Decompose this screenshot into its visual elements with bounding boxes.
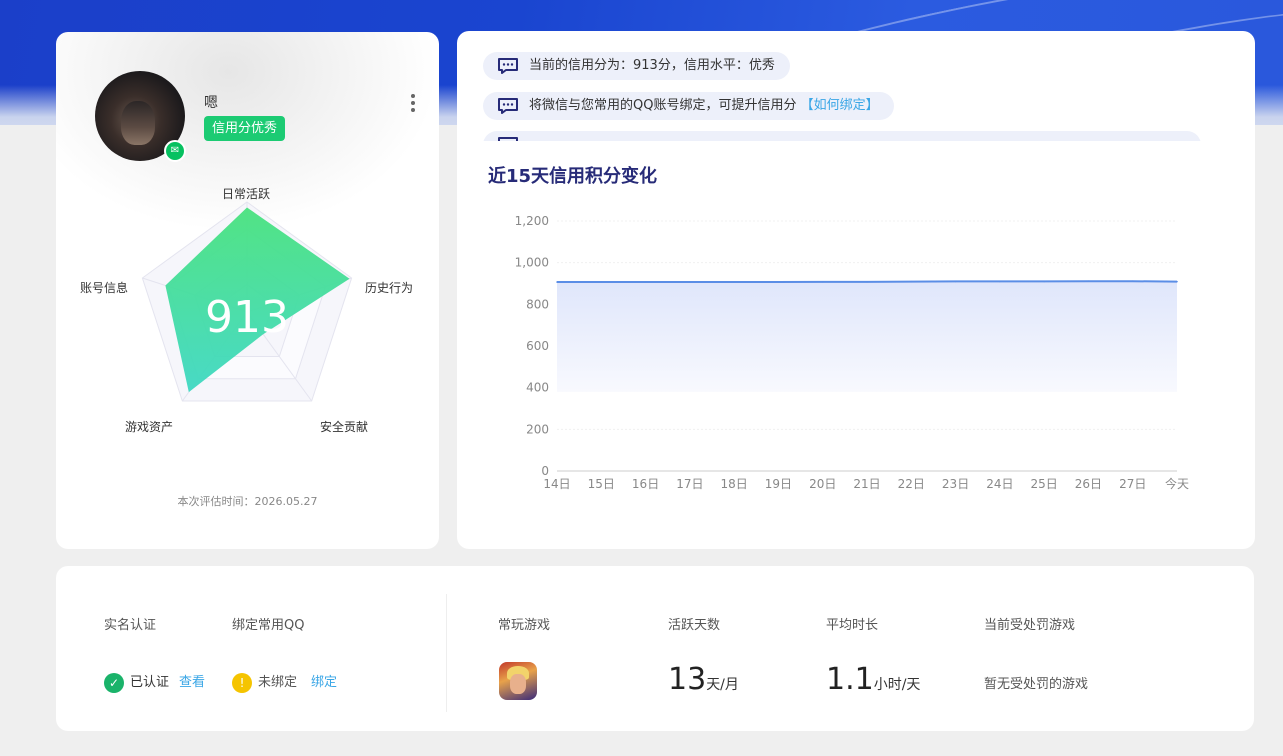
realname-status: ✓ 已认证 查看 xyxy=(104,672,205,694)
qq-status: ! 未绑定 绑定 xyxy=(232,672,337,694)
y-tick-label: 200 xyxy=(526,422,549,436)
y-tick-label: 400 xyxy=(526,381,549,395)
y-tick-label: 1,200 xyxy=(515,214,549,228)
message-icon xyxy=(498,58,518,74)
radar-label-security: 安全贡献 xyxy=(320,420,369,434)
avatar-portrait xyxy=(121,101,155,145)
credit-score-value: 913 xyxy=(205,292,289,343)
message-icon xyxy=(498,137,518,141)
data-point xyxy=(999,280,1001,283)
data-point xyxy=(910,280,913,283)
realname-status-text: 已认证 xyxy=(130,675,170,690)
x-tick-label: 23日 xyxy=(942,477,969,491)
notice-text: 当前的信用分为：913分，信用水平：优秀 xyxy=(529,58,775,73)
x-tick-label: 25日 xyxy=(1031,477,1058,491)
y-tick-label: 0 xyxy=(541,464,549,478)
radar-label-account-info: 账号信息 xyxy=(80,281,129,295)
frequent-games-label: 常玩游戏 xyxy=(498,618,551,633)
warning-circle-icon: ! xyxy=(232,672,252,693)
notice-scroll-overflow xyxy=(483,131,1201,141)
credit-detail-card: 当前的信用分为：913分，信用水平：优秀 将微信与您常用的QQ账号绑定，可提升信… xyxy=(457,31,1255,549)
notice-credit-score: 当前的信用分为：913分，信用水平：优秀 xyxy=(483,52,790,80)
data-point xyxy=(821,281,824,283)
how-to-bind-link[interactable]: 【如何绑定】 xyxy=(801,98,879,113)
radar-label-history: 历史行为 xyxy=(365,281,414,295)
check-circle-icon: ✓ xyxy=(104,672,124,693)
qq-status-text: 未绑定 xyxy=(258,675,298,690)
data-point xyxy=(556,281,558,283)
data-point xyxy=(689,281,691,283)
realname-label: 实名认证 xyxy=(104,618,157,633)
avg-time-unit: 小时/天 xyxy=(873,677,921,693)
wechat-icon: ✉ xyxy=(164,140,186,162)
game-icon-honor-of-kings[interactable] xyxy=(499,662,537,700)
punished-games-value: 暂无受处罚的游戏 xyxy=(984,677,1089,692)
radar-svg: 913 xyxy=(141,201,353,402)
notice-bind-qq: 将微信与您常用的QQ账号绑定，可提升信用分 【如何绑定】 xyxy=(483,92,894,120)
x-tick-label: 27日 xyxy=(1119,477,1146,491)
divider xyxy=(446,594,447,712)
evaluation-time: 本次评估时间：2026.05.27 xyxy=(177,495,318,508)
data-point xyxy=(954,280,957,283)
x-tick-label: 15日 xyxy=(588,477,615,491)
more-options-icon[interactable] xyxy=(406,92,420,116)
notice-text: 将微信与您常用的QQ账号绑定，可提升信用分 xyxy=(529,98,797,113)
account-summary-card: 实名认证 绑定常用QQ ✓ 已认证 查看 ! 未绑定 绑定 常玩游戏 活跃天数 平均时长… xyxy=(56,566,1254,731)
active-days-label: 活跃天数 xyxy=(668,618,721,633)
profile-card: ✉ 嗯 信用分优秀 913 日常活跃 历史行为 安全贡献 游戏资产 账号信息 本… xyxy=(56,32,439,549)
data-point xyxy=(644,281,647,283)
x-tick-label: 21日 xyxy=(853,477,880,491)
data-point xyxy=(1087,280,1090,283)
view-realname-link[interactable]: 查看 xyxy=(179,675,205,690)
active-days-number: 13 xyxy=(668,662,707,697)
x-tick-label: 19日 xyxy=(765,477,792,491)
avg-time-label: 平均时长 xyxy=(826,618,879,633)
message-icon xyxy=(498,98,518,114)
data-point xyxy=(600,281,603,283)
avg-time-value: 1.1小时/天 xyxy=(826,662,920,697)
area-fill xyxy=(557,281,1177,392)
punished-games-label: 当前受处罚游戏 xyxy=(984,618,1076,633)
x-tick-label: 17日 xyxy=(676,477,703,491)
radar-label-daily-active: 日常活跃 xyxy=(222,187,271,201)
x-tick-label: 24日 xyxy=(986,477,1013,491)
data-point xyxy=(1176,280,1178,283)
bind-qq-link[interactable]: 绑定 xyxy=(311,675,337,690)
data-point xyxy=(777,281,780,283)
credit-radar-chart: 913 日常活跃 历史行为 安全贡献 游戏资产 账号信息 xyxy=(56,182,439,472)
data-point xyxy=(866,281,868,283)
x-tick-label: 16日 xyxy=(632,477,659,491)
data-point xyxy=(1131,280,1134,283)
x-tick-label: 18日 xyxy=(721,477,748,491)
credit-level-badge: 信用分优秀 xyxy=(204,116,286,141)
bind-qq-label: 绑定常用QQ xyxy=(232,618,305,633)
y-tick-label: 800 xyxy=(526,297,549,311)
x-tick-label: 今天 xyxy=(1165,476,1189,491)
credit-trend-chart: 0 200 400 600 800 1,000 1,200 14日 15日 16日 17日 18日 19… xyxy=(515,214,1189,491)
active-days-value: 13天/月 xyxy=(668,662,739,697)
nickname: 嗯 xyxy=(204,95,218,111)
chart-title: 近15天信用积分变化 xyxy=(488,166,658,187)
x-tick-label: 20日 xyxy=(809,477,836,491)
y-tick-label: 1,000 xyxy=(515,256,549,270)
active-days-unit: 天/月 xyxy=(706,677,739,693)
avg-time-number: 1.1 xyxy=(826,662,874,697)
y-tick-label: 600 xyxy=(526,339,549,353)
radar-label-game-assets: 游戏资产 xyxy=(125,420,174,434)
x-tick-label: 14日 xyxy=(543,477,570,491)
x-tick-label: 22日 xyxy=(898,477,925,491)
x-tick-label: 26日 xyxy=(1075,477,1102,491)
data-point xyxy=(1043,280,1045,283)
data-point xyxy=(733,281,735,283)
